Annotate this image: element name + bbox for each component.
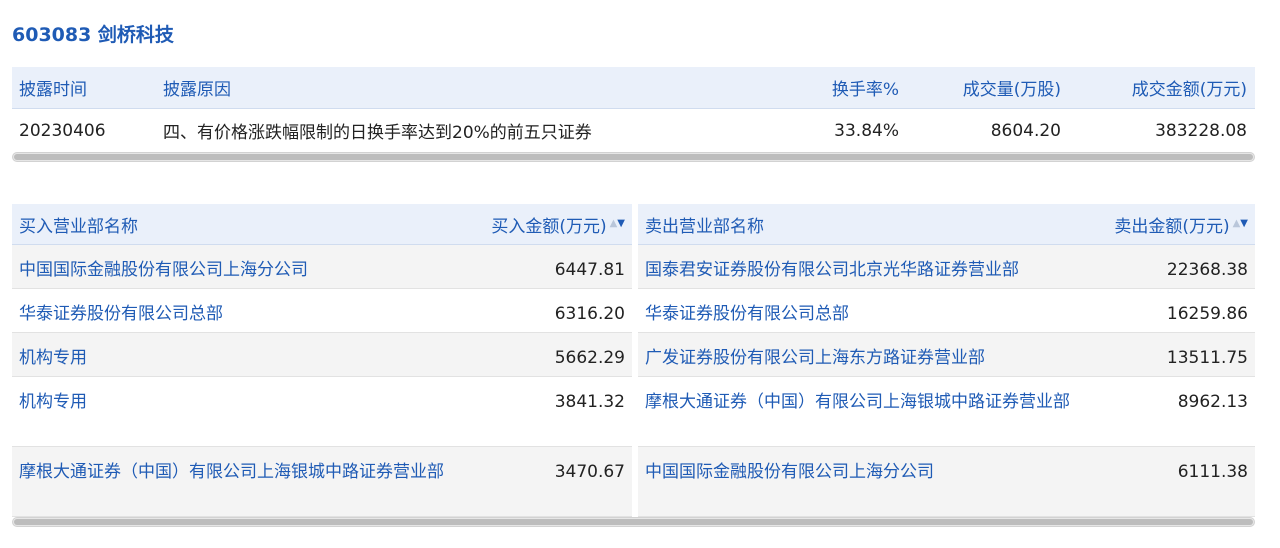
buy-amount: 5662.29 (554, 348, 625, 368)
buy-header-amount: 买入金额(万元) (491, 216, 607, 237)
table-row: 摩根大通证券（中国）有限公司上海银城中路证券营业部 8962.13 (638, 377, 1255, 447)
table-row: 机构专用 5662.29 (12, 333, 632, 377)
buy-amount: 6447.81 (554, 260, 625, 280)
buy-broker-link[interactable]: 中国国际金融股份有限公司上海分公司 (19, 258, 464, 283)
disclosure-date: 20230406 (19, 120, 106, 141)
sell-broker-link[interactable]: 中国国际金融股份有限公司上海分公司 (645, 460, 1090, 485)
table-row: 中国国际金融股份有限公司上海分公司 6447.81 (12, 245, 632, 289)
buy-amount: 6316.20 (554, 304, 625, 324)
table-row: 中国国际金融股份有限公司上海分公司 6111.38 (638, 447, 1255, 517)
buy-header-amount-sort[interactable]: 买入金额(万元) ▲ ▼ (491, 204, 625, 244)
sort-up-icon: ▲ (1232, 218, 1241, 229)
disclosure-volume: 8604.20 (990, 120, 1061, 141)
header-amount: 成交金额(万元) (1131, 80, 1247, 100)
disclosure-scrollbar-thumb[interactable] (14, 154, 1253, 160)
broker-scrollbar[interactable] (12, 517, 1255, 527)
sort-down-icon: ▼ (617, 218, 625, 229)
header-date: 披露时间 (19, 80, 87, 100)
sell-amount: 6111.38 (1177, 462, 1248, 482)
sell-rows: 国泰君安证券股份有限公司北京光华路证券营业部 22368.38 华泰证券股份有限… (638, 245, 1255, 517)
disclosure-amount: 383228.08 (1155, 120, 1247, 141)
disclosure-table: 披露时间 披露原因 换手率% 成交量(万股) 成交金额(万元) 20230406… (12, 67, 1255, 152)
sell-header-name: 卖出营业部名称 (645, 216, 764, 237)
sell-broker-link[interactable]: 国泰君安证券股份有限公司北京光华路证券营业部 (645, 258, 1090, 283)
buy-rows: 中国国际金融股份有限公司上海分公司 6447.81 华泰证券股份有限公司总部 6… (12, 245, 632, 517)
buy-amount: 3470.67 (554, 462, 625, 482)
buy-broker-link[interactable]: 摩根大通证券（中国）有限公司上海银城中路证券营业部 (19, 460, 464, 485)
table-row: 广发证券股份有限公司上海东方路证券营业部 13511.75 (638, 333, 1255, 377)
header-volume: 成交量(万股) (962, 80, 1061, 100)
sort-icon[interactable]: ▲ ▼ (1233, 219, 1248, 229)
sort-up-icon: ▲ (609, 218, 618, 229)
disclosure-reason: 四、有价格涨跌幅限制的日换手率达到20%的前五只证券 (163, 123, 592, 143)
table-row: 华泰证券股份有限公司总部 16259.86 (638, 289, 1255, 333)
sell-broker-link[interactable]: 华泰证券股份有限公司总部 (645, 302, 1090, 327)
table-row: 国泰君安证券股份有限公司北京光华路证券营业部 22368.38 (638, 245, 1255, 289)
broker-scrollbar-thumb[interactable] (14, 519, 1253, 525)
sell-broker-link[interactable]: 广发证券股份有限公司上海东方路证券营业部 (645, 346, 1090, 371)
page-title: 603083 剑桥科技 (12, 24, 174, 46)
disclosure-header-row: 披露时间 披露原因 换手率% 成交量(万股) 成交金额(万元) (12, 67, 1255, 109)
table-row: 摩根大通证券（中国）有限公司上海银城中路证券营业部 3470.67 (12, 447, 632, 517)
buy-header-name: 买入营业部名称 (19, 216, 138, 237)
table-row: 机构专用 3841.32 (12, 377, 632, 447)
sell-header-amount: 卖出金额(万元) (1114, 216, 1230, 237)
buy-header-row: 买入营业部名称 买入金额(万元) ▲ ▼ (12, 204, 632, 245)
sell-amount: 16259.86 (1166, 304, 1248, 324)
buy-amount: 3841.32 (554, 392, 625, 412)
sort-icon[interactable]: ▲ ▼ (610, 219, 625, 229)
buy-broker-table: 买入营业部名称 买入金额(万元) ▲ ▼ 中国国际金融股份有限公司上海分公司 64… (12, 204, 632, 517)
sell-amount: 22368.38 (1166, 260, 1248, 280)
sell-broker-table: 卖出营业部名称 卖出金额(万元) ▲ ▼ 国泰君安证券股份有限公司北京光华路证券营… (638, 204, 1255, 517)
buy-broker-link[interactable]: 机构专用 (19, 346, 464, 371)
header-reason: 披露原因 (163, 80, 231, 100)
table-row: 华泰证券股份有限公司总部 6316.20 (12, 289, 632, 333)
sell-amount: 13511.75 (1166, 348, 1248, 368)
page: 603083 剑桥科技 披露时间 披露原因 换手率% 成交量(万股) 成交金额(… (0, 0, 1280, 548)
disclosure-turnover: 33.84% (834, 120, 899, 141)
sell-broker-link[interactable]: 摩根大通证券（中国）有限公司上海银城中路证券营业部 (645, 390, 1090, 415)
sell-header-row: 卖出营业部名称 卖出金额(万元) ▲ ▼ (638, 204, 1255, 245)
sell-amount: 8962.13 (1177, 392, 1248, 412)
sort-down-icon: ▼ (1240, 218, 1248, 229)
header-turnover: 换手率% (831, 80, 899, 100)
buy-broker-link[interactable]: 机构专用 (19, 390, 464, 415)
buy-broker-link[interactable]: 华泰证券股份有限公司总部 (19, 302, 464, 327)
disclosure-row: 20230406 四、有价格涨跌幅限制的日换手率达到20%的前五只证券 33.8… (12, 109, 1255, 152)
sell-header-amount-sort[interactable]: 卖出金额(万元) ▲ ▼ (1114, 204, 1248, 244)
disclosure-scrollbar[interactable] (12, 152, 1255, 162)
